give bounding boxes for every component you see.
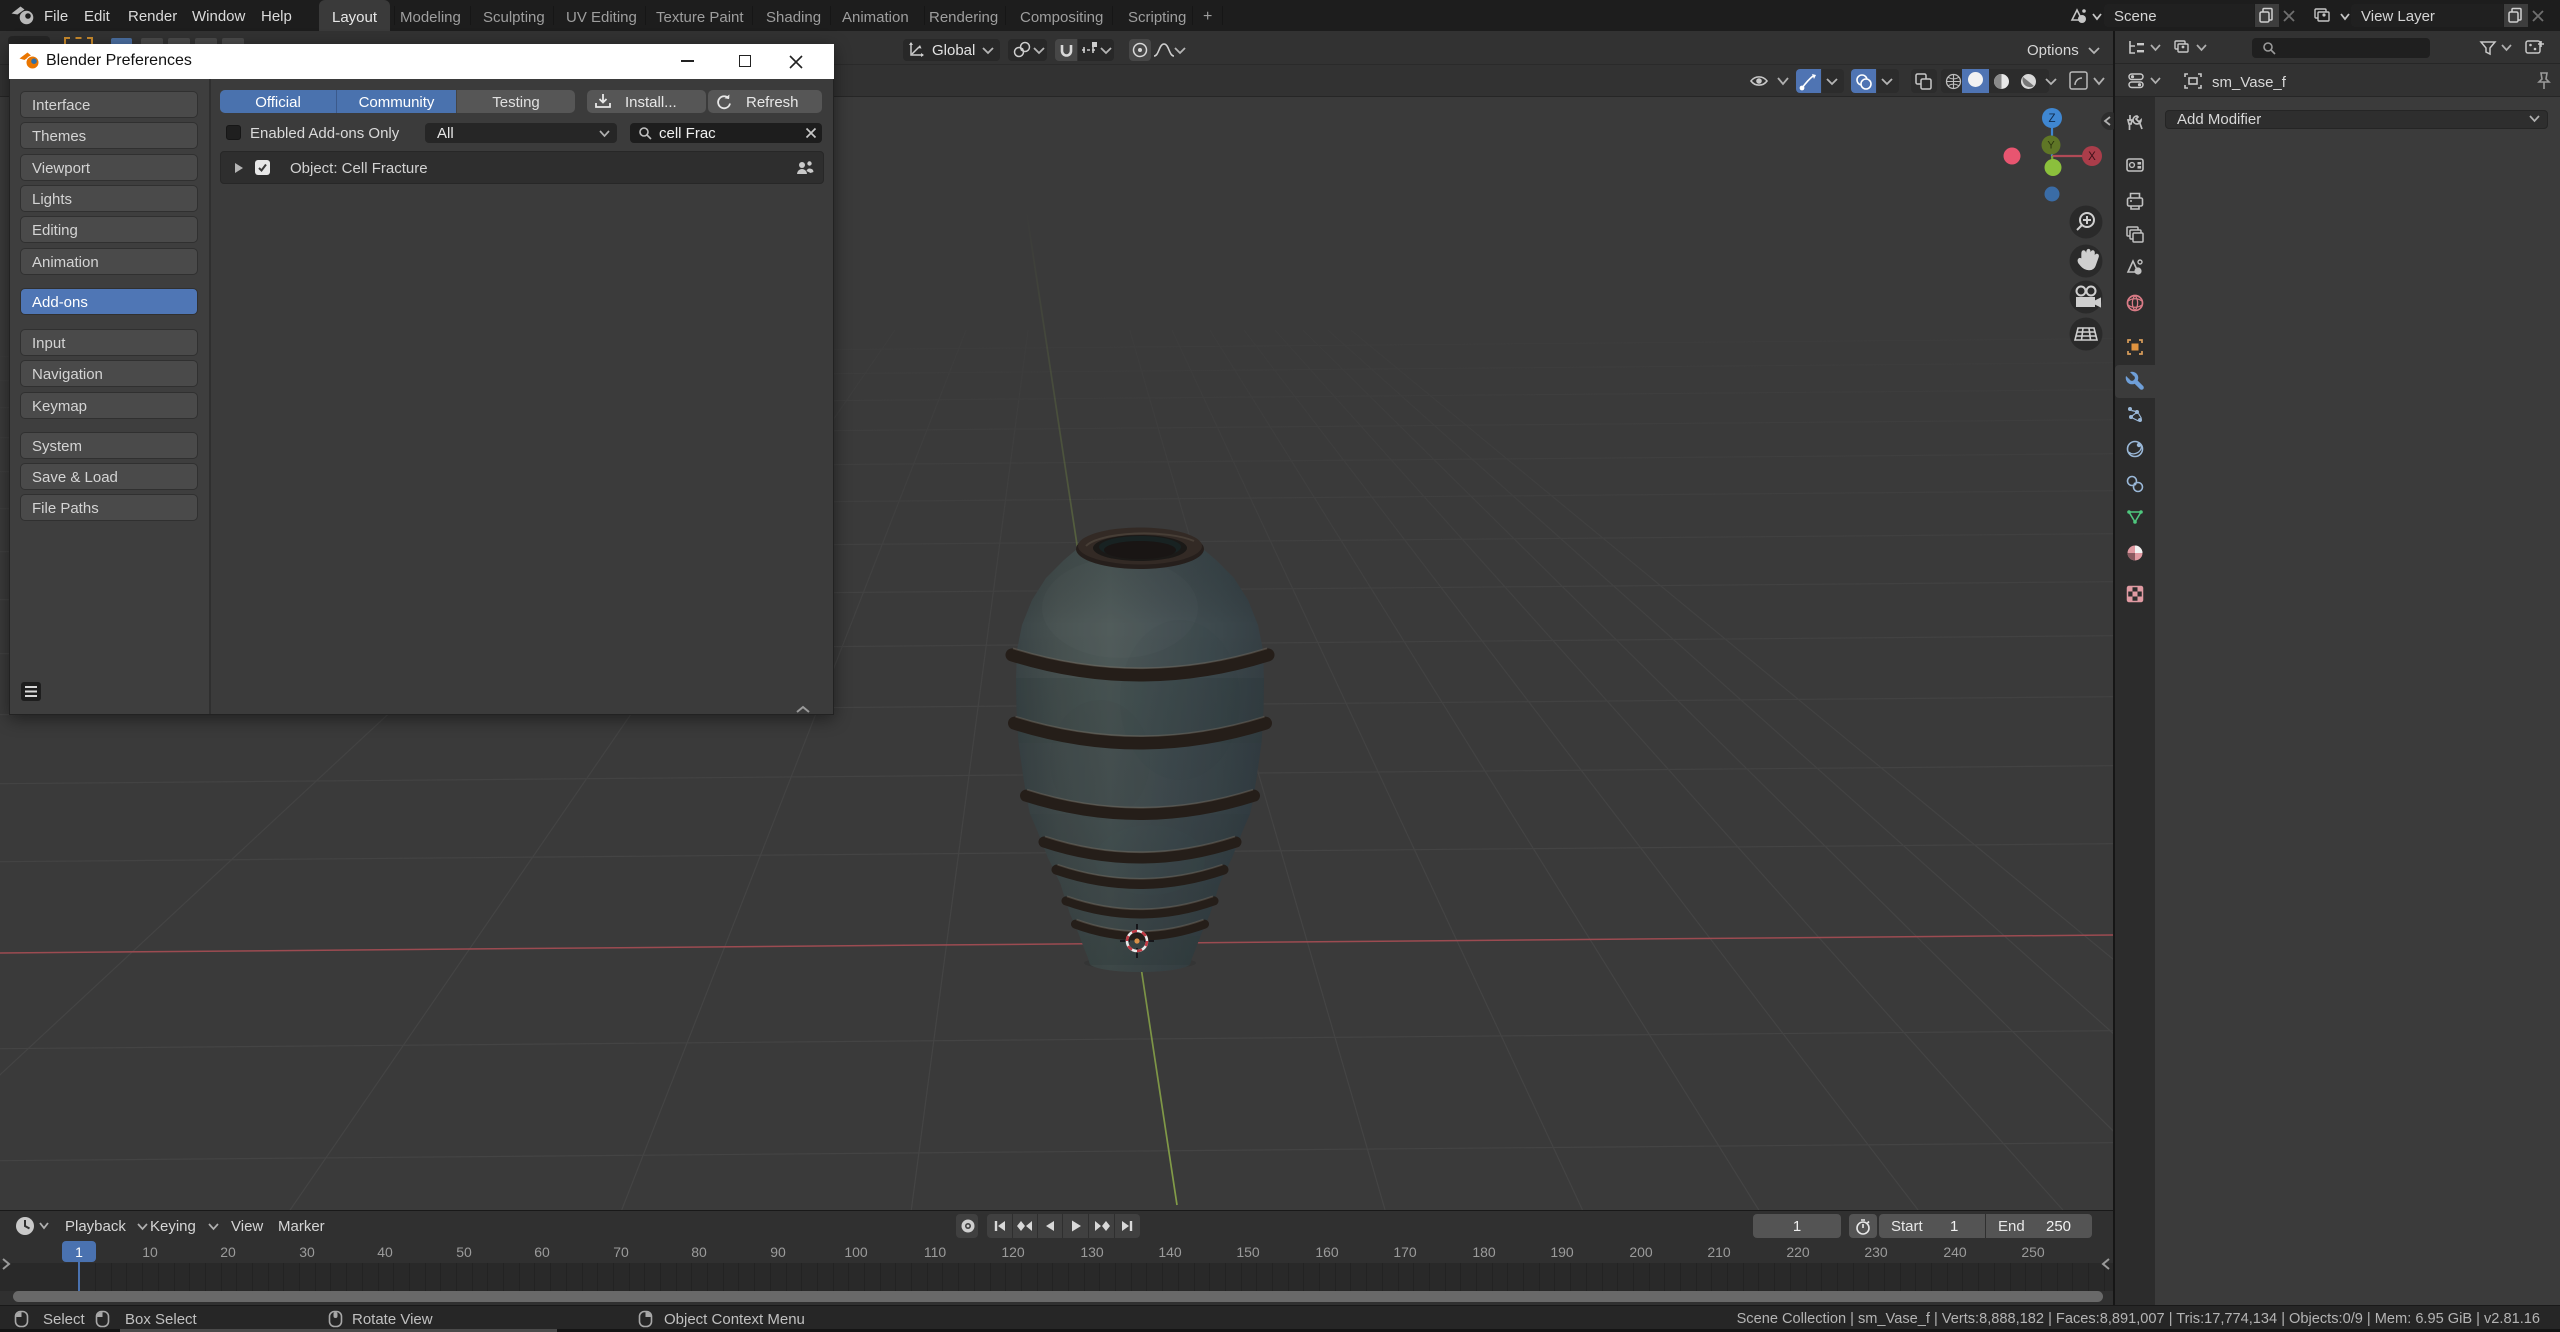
svg-text:X: X — [2088, 151, 2096, 163]
svg-text:Z: Z — [2048, 113, 2055, 125]
svg-text:Y: Y — [2047, 140, 2055, 152]
